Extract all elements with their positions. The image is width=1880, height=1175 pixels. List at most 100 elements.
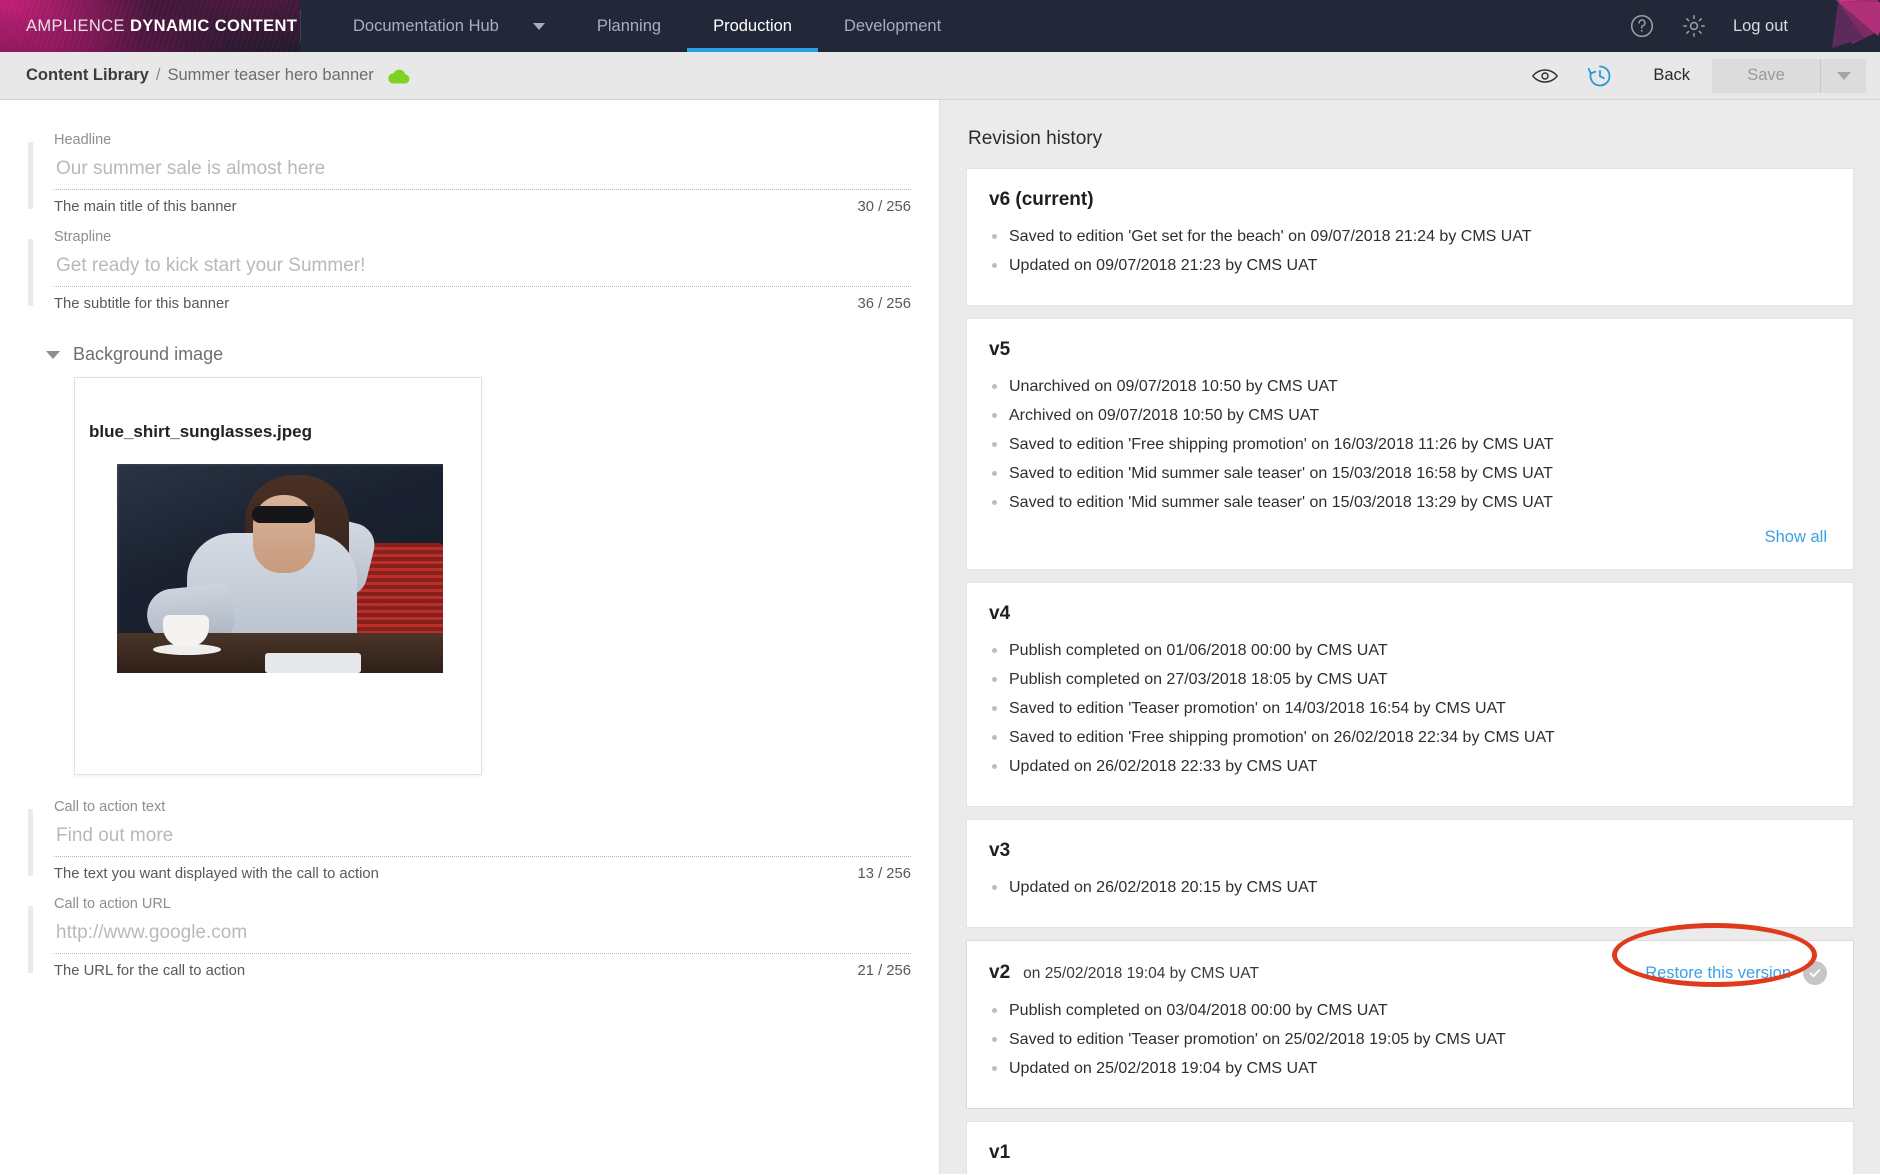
revision-entry: Unarchived on 09/07/2018 10:50 by CMS UA…: [989, 375, 1827, 399]
field-meta: The text you want displayed with the cal…: [54, 857, 911, 882]
chevron-down-icon: [532, 22, 545, 30]
revision-header: v2 on 25/02/2018 19:04 by CMS UAT Restor…: [989, 961, 1827, 985]
nav-items: Documentation Hub Planning Production De…: [301, 0, 967, 52]
breadcrumb-actions: Back Save: [1517, 58, 1866, 93]
cta-text-input[interactable]: Find out more: [54, 815, 911, 857]
nav-item-documentation-hub[interactable]: Documentation Hub: [327, 0, 571, 52]
revision-header: v1: [989, 1142, 1827, 1164]
revision-entry: Saved to edition 'Get set for the beach'…: [989, 225, 1827, 249]
revision-version-label: v2: [989, 961, 1011, 983]
cloud-icon: [387, 67, 411, 85]
revision-entry: Publish completed on 03/04/2018 00:00 by…: [989, 999, 1827, 1023]
nav-item-label: Documentation Hub: [353, 16, 499, 35]
check-circle-icon[interactable]: [1803, 961, 1827, 985]
field-meta: The main title of this banner 30 / 256: [54, 190, 911, 215]
revision-card-v3: v3 Updated on 26/02/2018 20:15 by CMS UA…: [966, 819, 1854, 928]
revision-entry: Saved to edition 'Free shipping promotio…: [989, 433, 1827, 457]
revision-card-v1: v1 Saved to edition 'Teaser promotion' o…: [966, 1121, 1854, 1174]
field-help-text: The subtitle for this banner: [54, 296, 230, 312]
eye-icon[interactable]: [1517, 66, 1573, 86]
brand-name-light: AMPLIENCE: [26, 16, 125, 35]
brand-name-bold: DYNAMIC CONTENT: [129, 16, 298, 35]
background-image-card[interactable]: blue_shirt_sunglasses.jpeg: [74, 377, 482, 775]
field-call-to-action-url: Call to action URL http://www.google.com…: [28, 892, 911, 979]
logout-button[interactable]: Log out: [1733, 17, 1788, 36]
revision-header: v5: [989, 339, 1827, 361]
revision-entry-list: Updated on 26/02/2018 20:15 by CMS UAT: [989, 876, 1827, 900]
revision-entry-list: Unarchived on 09/07/2018 10:50 by CMS UA…: [989, 375, 1827, 515]
nav-item-label: Production: [713, 16, 792, 35]
field-help-text: The URL for the call to action: [54, 963, 246, 979]
photo-sunglasses: [252, 506, 314, 523]
breadcrumb-root-link[interactable]: Content Library: [26, 66, 149, 85]
field-meta: The URL for the call to action 21 / 256: [54, 954, 911, 979]
strapline-input[interactable]: Get ready to kick start your Summer!: [54, 245, 911, 287]
image-thumbnail: [117, 464, 443, 673]
revision-header: v6 (current): [989, 189, 1827, 211]
field-accent-bar: [28, 906, 33, 973]
chevron-down-icon: [1836, 71, 1851, 80]
field-meta: The subtitle for this banner 36 / 256: [54, 287, 911, 312]
gear-icon[interactable]: [1681, 13, 1707, 39]
save-button-group: Save: [1712, 58, 1866, 93]
revision-card-v5: v5 Unarchived on 09/07/2018 10:50 by CMS…: [966, 318, 1854, 570]
revision-history-icon[interactable]: [1573, 63, 1627, 89]
back-button[interactable]: Back: [1627, 66, 1712, 85]
revision-version-label: v5: [989, 339, 1011, 360]
content-form-panel: Headline Our summer sale is almost here …: [0, 100, 940, 1174]
top-navigation-bar: AMPLIENCE DYNAMIC CONTENT Documentation …: [0, 0, 1880, 52]
revision-version-label: v1: [989, 1142, 1011, 1163]
section-title: Background image: [73, 344, 224, 364]
field-accent-bar: [28, 809, 33, 876]
show-all-link[interactable]: Show all: [989, 520, 1827, 547]
save-dropdown-button[interactable]: [1820, 58, 1866, 93]
field-character-count: 13 / 256: [857, 866, 911, 882]
breadcrumb-bar: Content Library / Summer teaser hero ban…: [0, 52, 1880, 100]
background-image-section-toggle[interactable]: Background image: [28, 322, 911, 377]
revision-entry: Saved to edition 'Mid summer sale teaser…: [989, 462, 1827, 486]
brand-logo[interactable]: AMPLIENCE DYNAMIC CONTENT: [0, 0, 300, 52]
revision-entry: Updated on 25/02/2018 19:04 by CMS UAT: [989, 1057, 1827, 1081]
field-label: Strapline: [54, 229, 112, 245]
revision-entry: Saved to edition 'Teaser promotion' on 2…: [989, 1028, 1827, 1052]
chevron-down-icon: [46, 350, 60, 359]
page-body: Headline Our summer sale is almost here …: [0, 100, 1880, 1174]
field-label: Headline: [54, 132, 112, 148]
headline-input[interactable]: Our summer sale is almost here: [54, 148, 911, 190]
nav-item-development[interactable]: Development: [818, 0, 967, 52]
revision-entry: Saved to edition 'Teaser promotion' on 1…: [989, 697, 1827, 721]
nav-item-planning[interactable]: Planning: [571, 0, 687, 52]
image-filename: blue_shirt_sunglasses.jpeg: [89, 422, 312, 441]
save-button[interactable]: Save: [1712, 58, 1820, 93]
help-circle-icon[interactable]: [1629, 13, 1655, 39]
breadcrumb-separator: /: [155, 66, 161, 84]
nav-item-label: Planning: [596, 16, 662, 35]
field-call-to-action-text: Call to action text Find out more The te…: [28, 795, 911, 882]
revision-card-v6: v6 (current) Saved to edition 'Get set f…: [966, 168, 1854, 306]
nav-right-actions: Log out: [1629, 0, 1880, 52]
revision-header: v3: [989, 840, 1827, 862]
cta-url-input[interactable]: http://www.google.com: [54, 912, 911, 954]
field-character-count: 36 / 256: [857, 296, 911, 312]
restore-this-version-link[interactable]: Restore this version: [1645, 964, 1791, 983]
field-label: Call to action URL: [54, 896, 171, 912]
revision-entry: Archived on 09/07/2018 10:50 by CMS UAT: [989, 404, 1827, 428]
field-character-count: 30 / 256: [857, 199, 911, 215]
field-label: Call to action text: [54, 799, 166, 815]
revision-header: v4: [989, 603, 1827, 625]
revision-version-label: v3: [989, 840, 1011, 861]
revision-entry: Updated on 26/02/2018 22:33 by CMS UAT: [989, 755, 1827, 779]
revision-entry: Publish completed on 27/03/2018 18:05 by…: [989, 668, 1827, 692]
revision-entry: Saved to edition 'Free shipping promotio…: [989, 726, 1827, 750]
nav-item-label: Development: [843, 16, 942, 35]
photo-tablet: [265, 653, 361, 673]
nav-item-production[interactable]: Production: [687, 0, 818, 52]
field-character-count: 21 / 256: [857, 963, 911, 979]
revision-card-v2: v2 on 25/02/2018 19:04 by CMS UAT Restor…: [966, 923, 1854, 1109]
revision-history-title: Revision history: [968, 128, 1103, 149]
field-headline: Headline Our summer sale is almost here …: [28, 128, 911, 215]
brand-title: AMPLIENCE DYNAMIC CONTENT: [26, 17, 297, 36]
revision-version-label: v6 (current): [989, 189, 1094, 210]
revision-version-subtitle: on 25/02/2018 19:04 by CMS UAT: [1023, 964, 1259, 982]
revision-entry-list: Publish completed on 01/06/2018 00:00 by…: [989, 639, 1827, 779]
